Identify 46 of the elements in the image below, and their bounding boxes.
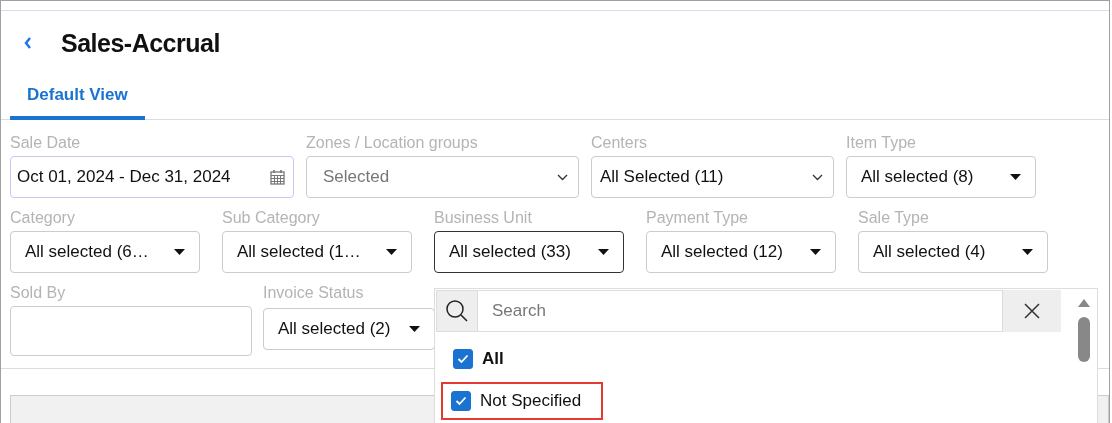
caret-icon	[174, 249, 185, 255]
filter-label: Sub Category	[222, 208, 321, 228]
filter-label: Category	[10, 208, 76, 228]
caret-icon	[1010, 174, 1021, 180]
caret-icon	[386, 249, 397, 255]
checkbox[interactable]	[451, 391, 471, 411]
dropdown-button[interactable]: All selected (33)	[434, 231, 624, 273]
search-icon	[445, 299, 469, 323]
checkbox[interactable]	[453, 349, 473, 369]
check-icon	[455, 396, 467, 406]
close-button[interactable]	[1003, 290, 1061, 332]
filter-label: Zones / Location groups	[306, 133, 479, 153]
filter-label: Sale Type	[858, 208, 930, 228]
dropdown-button[interactable]: All selected (1…	[222, 231, 412, 273]
filter-label: Centers	[591, 133, 649, 153]
scroll-up-arrow-icon[interactable]	[1078, 299, 1090, 307]
caret-icon	[409, 326, 420, 332]
filter-label: Sold By	[10, 283, 67, 303]
option-label[interactable]: All	[482, 349, 504, 369]
calendar-icon	[270, 169, 285, 185]
close-icon	[1024, 303, 1040, 319]
search-field[interactable]: Search	[478, 290, 1003, 332]
check-icon	[457, 354, 469, 364]
dropdown-button[interactable]: All selected (4)	[858, 231, 1048, 273]
filter-label: Item Type	[846, 133, 917, 153]
option-label[interactable]: Not Specified	[480, 391, 582, 411]
view-tab[interactable]: Default View	[10, 85, 145, 120]
filter-label: Payment Type	[646, 208, 749, 228]
filter-label: Business Unit	[434, 208, 533, 228]
chevron-down-icon	[812, 173, 823, 181]
date-range-field[interactable]: Oct 01, 2024 - Dec 31, 2024	[10, 156, 294, 198]
select-field[interactable]: All Selected (11)	[591, 156, 834, 198]
dropdown-button[interactable]: All selected (12)	[646, 231, 836, 273]
text-field[interactable]	[10, 306, 252, 356]
dropdown-button[interactable]: All selected (8)	[846, 156, 1036, 198]
scrollbar-thumb[interactable]	[1078, 317, 1090, 362]
select-field[interactable]: Selected	[306, 156, 579, 198]
caret-icon	[810, 249, 821, 255]
filter-label: Sale Date	[10, 133, 82, 153]
caret-icon	[598, 249, 609, 255]
back-icon[interactable]	[23, 36, 33, 50]
filter-label: Invoice Status	[263, 283, 365, 303]
caret-icon	[1022, 249, 1033, 255]
chevron-down-icon	[557, 173, 568, 181]
dropdown-button[interactable]: All selected (6…	[10, 231, 200, 273]
page-title: Sales-Accrual	[61, 28, 220, 58]
